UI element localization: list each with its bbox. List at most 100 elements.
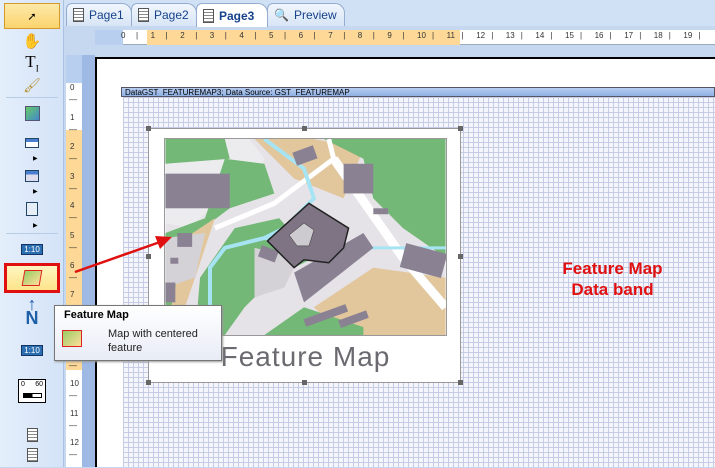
band-icon [25, 138, 39, 148]
expand-arrow-icon[interactable]: ▶ [33, 188, 38, 195]
tab-page2[interactable]: Page2 [131, 3, 197, 26]
ruler-tick-label: 5 [269, 31, 274, 40]
tab-preview[interactable]: 🔍 Preview [267, 3, 345, 26]
page-footer-tool[interactable] [4, 442, 60, 468]
ruler-tick-label: 5 [70, 231, 75, 240]
page-tabs: Page1 Page2 Page3 🔍 Preview [64, 0, 715, 27]
page-icon [26, 202, 38, 216]
resize-handle[interactable] [458, 254, 463, 259]
ruler-tick-label: 4 [239, 31, 244, 40]
ruler-tick: — [69, 272, 77, 282]
ruler-tick: | [491, 31, 494, 40]
ruler-tick: | [372, 31, 375, 40]
resize-handle[interactable] [458, 380, 463, 385]
page-icon [73, 8, 84, 22]
document-icon [26, 448, 38, 462]
ruler-tick-label: 10 [70, 379, 79, 388]
subreport-tool[interactable] [4, 163, 60, 189]
ruler-tick: | [432, 31, 435, 40]
ruler-tick: — [69, 95, 77, 104]
ruler-tick: | [313, 31, 316, 40]
annotation-label: Feature Map Data band [540, 258, 685, 300]
ratio-icon: 1:10 [21, 344, 43, 356]
ruler-tick: — [69, 154, 77, 164]
ruler-tick: | [224, 31, 227, 40]
image-tool[interactable] [4, 100, 60, 126]
ruler-tick: — [69, 124, 77, 134]
resize-handle[interactable] [302, 126, 307, 131]
ruler-tick-label: 11 [70, 408, 79, 418]
ruler-tick: — [69, 183, 77, 193]
tooltip-title: Feature Map [64, 309, 129, 321]
ruler-tick-label: 11 [446, 31, 455, 40]
ratio-tool[interactable]: 1:10 [4, 236, 60, 262]
resize-handle[interactable] [146, 126, 151, 131]
page-icon [203, 8, 214, 23]
ruler-tick-label: 14 [535, 31, 545, 40]
ruler-tick-label: 15 [565, 31, 574, 40]
ruler-tick-label: 0 [70, 83, 75, 92]
preview-icon: 🔍 [274, 8, 289, 22]
tab-page3[interactable]: Page3 [196, 3, 268, 27]
ruler-tick: | [402, 31, 405, 40]
resize-handle[interactable] [458, 126, 463, 131]
ruler-tick: | [520, 31, 523, 40]
data-band-header[interactable]: DataGST_FEATUREMAP3; Data Source: GST_FE… [121, 87, 715, 97]
resize-handle[interactable] [302, 380, 307, 385]
scale-label-0: 0 [21, 381, 25, 388]
ruler-tick: | [550, 31, 553, 40]
ruler-tick-label: 18 [653, 31, 663, 40]
tooltip-description: Map with centered feature [108, 327, 198, 355]
ruler-tick-label: 2 [70, 142, 75, 152]
feature-map-tool[interactable] [4, 263, 60, 293]
ruler-tick-label: 12 [70, 438, 79, 448]
feature-map-icon [62, 330, 82, 347]
tab-label: Preview [293, 8, 337, 22]
ruler-tick-label: 3 [209, 31, 215, 40]
expand-arrow-icon[interactable]: ▶ [33, 222, 38, 229]
north-arrow-tool[interactable]: ↑ N [4, 294, 60, 328]
ratio-tool-2[interactable]: 1:10 [4, 337, 60, 363]
pointer-icon: ➚ [27, 10, 37, 23]
ruler-tick-label: 19 [683, 31, 693, 40]
band-tool[interactable] [4, 130, 60, 156]
brush-icon: 🖌 [23, 76, 41, 93]
expand-arrow-icon[interactable]: ▶ [33, 155, 38, 162]
ruler-tick: | [254, 31, 257, 40]
scale-bar-tool[interactable]: 0 60 [4, 377, 60, 405]
ruler-tick: — [69, 243, 77, 252]
tab-page1[interactable]: Page1 [66, 3, 132, 26]
ruler-tick: | [165, 31, 168, 40]
ruler-tick: | [580, 31, 583, 40]
ruler-tick: | [284, 31, 287, 40]
resize-handle[interactable] [146, 380, 151, 385]
ruler-tick: | [698, 31, 701, 40]
scale-label-60: 60 [35, 381, 43, 388]
annotation-line1: Feature Map [562, 259, 663, 278]
ruler-tick-label: 17 [624, 31, 634, 40]
format-painter-tool[interactable]: 🖌 [4, 72, 60, 98]
ruler-tick: — [69, 391, 77, 400]
hand-icon: ✋ [22, 33, 42, 50]
annotation-line2: Data band [571, 280, 654, 299]
tab-label: Page2 [154, 8, 189, 22]
ruler-tick: — [69, 450, 77, 460]
toolbox: ➚ ✋ TI 🖌 ▶ ▶ ▶ 1:10 ↑ N 1:10 0 60 [0, 0, 64, 467]
ruler-tick-label: 3 [70, 171, 75, 181]
ruler-tick-label: 1 [150, 31, 156, 40]
tooltip-desc-line1: Map with centered [108, 328, 198, 340]
ruler-tick-label: 13 [505, 31, 515, 40]
subreport-icon [25, 170, 39, 182]
tooltip: Feature Map Map with centered feature [54, 305, 222, 361]
pointer-tool[interactable]: ➚ [4, 3, 60, 29]
ruler-tick-label: 1 [70, 112, 75, 122]
ruler-tick-label: 6 [298, 31, 304, 40]
ruler-tick-label: 8 [357, 31, 363, 40]
north-arrow-icon: ↑ N [25, 294, 39, 328]
ruler-tick: — [69, 361, 77, 371]
resize-handle[interactable] [146, 254, 151, 259]
page-tool[interactable] [4, 196, 60, 222]
ruler-tick-label: 16 [594, 31, 604, 40]
page-icon [138, 8, 149, 22]
ruler-tick-label: 10 [417, 31, 426, 40]
